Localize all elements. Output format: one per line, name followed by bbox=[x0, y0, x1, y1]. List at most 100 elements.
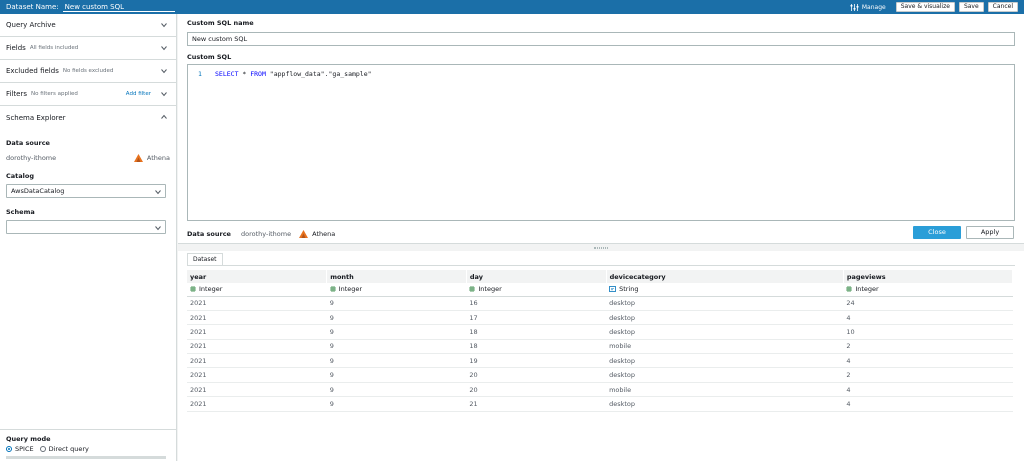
chevron-down-icon bbox=[161, 92, 167, 97]
table-cell: 2021 bbox=[187, 367, 327, 383]
catalog-select[interactable]: AwsDataCatalog bbox=[6, 184, 166, 198]
direct-query-label: Direct query bbox=[48, 445, 89, 453]
tab-dataset[interactable]: Dataset bbox=[187, 253, 223, 265]
table-cell: 2021 bbox=[187, 339, 327, 355]
catalog-value: AwsDataCatalog bbox=[11, 187, 65, 195]
table-cell: 9 bbox=[326, 396, 467, 412]
table-cell: 20 bbox=[466, 382, 607, 398]
table-cell: 9 bbox=[326, 310, 467, 326]
data-source-label: Data source bbox=[6, 139, 50, 147]
type-cell[interactable]: String bbox=[606, 283, 844, 297]
radio-unchecked-icon bbox=[39, 446, 46, 452]
column-header[interactable]: year bbox=[187, 270, 328, 283]
filters-section[interactable]: Filters No filters applied Add filter bbox=[0, 83, 176, 106]
footer-engine-badge: Athena bbox=[299, 230, 335, 238]
query-mode-label: Query mode bbox=[6, 435, 51, 443]
preview-table: year month day devicecategory pageviews … bbox=[187, 270, 1014, 412]
excluded-fields-subtitle: No fields excluded bbox=[62, 68, 114, 74]
table-cell: desktop bbox=[606, 396, 844, 412]
hash-icon bbox=[329, 286, 336, 293]
type-cell[interactable]: Integer bbox=[466, 283, 607, 297]
excluded-fields-title: Excluded fields bbox=[6, 67, 59, 75]
chevron-down-icon bbox=[155, 190, 161, 195]
header-row: year month day devicecategory pageviews bbox=[187, 270, 1014, 283]
direct-query-radio[interactable]: Direct query bbox=[39, 445, 89, 453]
close-button[interactable]: Close bbox=[913, 226, 961, 239]
engine-badge: Athena bbox=[133, 154, 170, 162]
cancel-button[interactable]: Cancel bbox=[987, 2, 1018, 12]
table-cell: 9 bbox=[326, 324, 467, 340]
table-cell: 2021 bbox=[187, 382, 327, 398]
hash-icon bbox=[190, 286, 196, 293]
sql-keyword-select: SELECT bbox=[215, 70, 239, 78]
chevron-down-icon bbox=[155, 226, 161, 231]
table-cell: 17 bbox=[466, 310, 607, 326]
custom-sql-name-label: Custom SQL name bbox=[187, 19, 254, 27]
table-cell: desktop bbox=[606, 310, 844, 326]
scrollbar[interactable] bbox=[6, 456, 166, 459]
query-archive-section[interactable]: Query Archive bbox=[0, 14, 176, 37]
sql-editor[interactable]: 1 SELECT * FROM "appflow_data"."ga_sampl… bbox=[187, 64, 1015, 221]
sliders-icon bbox=[850, 3, 859, 11]
dataset-preview: Dataset year month day devicecategory pa… bbox=[178, 251, 1024, 461]
schema-explorer-section[interactable]: Schema Explorer bbox=[0, 106, 176, 129]
left-panel: Query Archive Fields All fields included… bbox=[0, 14, 177, 461]
table-cell: 10 bbox=[843, 324, 1013, 340]
table-cell: desktop bbox=[606, 296, 844, 311]
column-header[interactable]: month bbox=[326, 270, 467, 283]
manage-button[interactable]: Manage bbox=[850, 3, 886, 11]
sql-star: * bbox=[238, 70, 251, 78]
fields-section[interactable]: Fields All fields included bbox=[0, 37, 176, 60]
column-header[interactable]: day bbox=[466, 270, 607, 283]
column-header[interactable]: pageviews bbox=[843, 270, 1014, 283]
type-cell[interactable]: Integer bbox=[843, 283, 1013, 297]
chevron-up-icon bbox=[161, 114, 167, 119]
type-cell[interactable]: Integer bbox=[326, 283, 467, 297]
dataset-name-label: Dataset Name: bbox=[6, 3, 59, 11]
table-cell: 2021 bbox=[187, 353, 327, 369]
query-archive-title: Query Archive bbox=[6, 21, 56, 29]
table-cell: 2 bbox=[843, 339, 1013, 355]
table-cell: 19 bbox=[466, 353, 607, 369]
table-cell: 16 bbox=[466, 296, 607, 311]
spice-label: SPICE bbox=[15, 445, 34, 453]
filters-title: Filters bbox=[6, 90, 27, 98]
table-row: 2021 9 18 mobile 2 bbox=[187, 339, 1013, 355]
add-filter-link[interactable]: Add filter bbox=[126, 91, 151, 97]
table-cell: 9 bbox=[326, 367, 467, 383]
custom-sql-label: Custom SQL bbox=[187, 53, 232, 61]
table-cell: 9 bbox=[326, 382, 467, 398]
resize-handle[interactable] bbox=[594, 247, 608, 249]
sql-code: SELECT * FROM "appflow_data"."ga_sample" bbox=[215, 70, 372, 78]
column-header[interactable]: devicecategory bbox=[606, 270, 844, 283]
table-row: 2021 9 21 desktop 4 bbox=[187, 396, 1013, 412]
schema-select[interactable] bbox=[6, 220, 166, 234]
excluded-fields-section[interactable]: Excluded fields No fields excluded bbox=[0, 60, 176, 83]
chevron-down-icon bbox=[161, 46, 167, 51]
table-cell: 18 bbox=[466, 324, 607, 340]
save-visualize-button[interactable]: Save & visualize bbox=[895, 2, 955, 12]
spice-radio[interactable]: SPICE bbox=[6, 445, 34, 453]
query-mode-options: SPICE Direct query bbox=[6, 445, 171, 453]
footer-data-source-label: Data source bbox=[187, 230, 231, 238]
apply-button[interactable]: Apply bbox=[966, 226, 1014, 239]
save-button[interactable]: Save bbox=[958, 2, 984, 12]
type-label: Integer bbox=[855, 285, 879, 294]
table-cell: 4 bbox=[843, 396, 1013, 412]
table-cell: 2021 bbox=[187, 296, 327, 311]
dataset-name-input[interactable]: New custom SQL bbox=[62, 2, 175, 12]
table-cell: 20 bbox=[466, 367, 607, 383]
footer-data-source-value: dorothy-ithome bbox=[240, 230, 292, 238]
table-cell: 2021 bbox=[187, 324, 327, 340]
schema-label: Schema bbox=[6, 208, 35, 216]
table-cell: 24 bbox=[843, 296, 1013, 311]
type-label: String bbox=[619, 285, 639, 294]
custom-sql-name-input[interactable]: New custom SQL bbox=[187, 32, 1015, 46]
table-cell: 9 bbox=[326, 353, 467, 369]
string-icon bbox=[609, 286, 616, 293]
type-cell[interactable]: Integer bbox=[187, 283, 327, 297]
footer-engine-name: Athena bbox=[312, 230, 336, 238]
table-cell: 2 bbox=[843, 367, 1013, 383]
table-cell: 4 bbox=[843, 382, 1013, 398]
table-cell: 4 bbox=[843, 353, 1013, 369]
